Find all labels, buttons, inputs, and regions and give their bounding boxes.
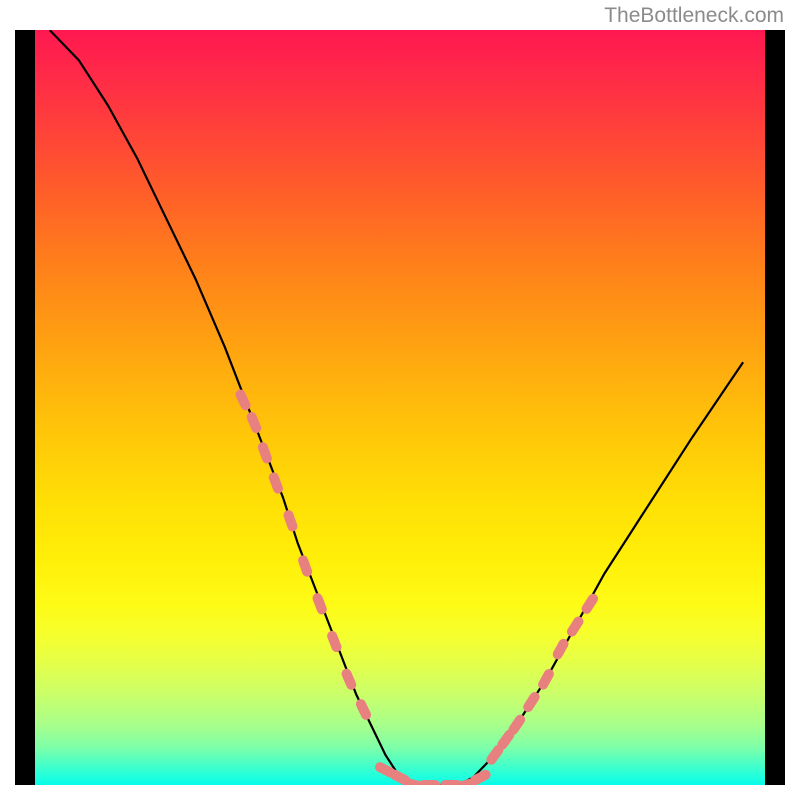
marker-pill <box>340 667 358 691</box>
chart-container: TheBottleneck.com <box>0 0 800 800</box>
marker-pill <box>234 388 253 412</box>
marker-pill <box>267 471 284 495</box>
marker-pill <box>418 780 440 785</box>
marker-pill <box>256 441 273 465</box>
marker-pill <box>354 697 373 721</box>
marker-pill <box>565 615 585 639</box>
marker-pill <box>297 554 314 578</box>
marker-pill <box>311 592 328 616</box>
marker-group <box>234 388 600 785</box>
marker-pill <box>536 667 555 691</box>
marker-pill <box>521 690 541 714</box>
marker-pill <box>282 509 299 533</box>
plot-area <box>15 30 785 785</box>
curve-layer <box>15 30 785 785</box>
bottleneck-curve <box>50 30 744 785</box>
watermark-text: TheBottleneck.com <box>604 4 784 28</box>
marker-pill <box>245 411 263 435</box>
marker-pill <box>326 629 343 653</box>
